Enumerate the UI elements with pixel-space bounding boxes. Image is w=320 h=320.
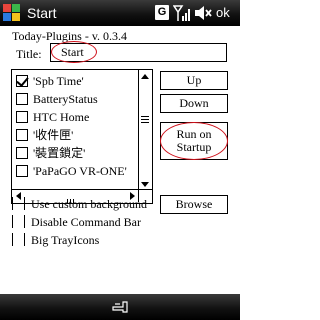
- list-item-label: BatteryStatus: [33, 92, 98, 106]
- checkbox[interactable]: [16, 129, 28, 141]
- checkbox-edge: [24, 197, 25, 210]
- windows-start-icon[interactable]: [3, 4, 20, 21]
- scroll-up-arrow-icon[interactable]: [141, 74, 149, 79]
- title-label: Title:: [16, 47, 42, 61]
- option-label: Disable Command Bar: [31, 215, 141, 229]
- checkbox-edge: [24, 233, 25, 246]
- title-bar: Start G ok: [0, 0, 240, 26]
- list-item-label: 'Spb Time': [33, 74, 84, 88]
- checkbox[interactable]: [16, 111, 28, 123]
- checkbox-edge: [12, 215, 13, 228]
- checkbox[interactable]: [16, 147, 28, 159]
- highlight-circle: [51, 41, 97, 63]
- option-label: Use custom background: [31, 197, 147, 211]
- settings-panel: Today-Plugins - v. 0.3.4 Title: Start 'S…: [0, 26, 240, 294]
- down-button[interactable]: Down: [160, 94, 228, 113]
- plugin-list[interactable]: 'Spb Time' BatteryStatus HTC Home '收件匣' …: [11, 69, 153, 204]
- ok-button[interactable]: ok: [216, 5, 230, 21]
- option-label: Big TrayIcons: [31, 233, 100, 247]
- gprs-badge: G: [155, 5, 169, 20]
- list-item[interactable]: HTC Home: [15, 108, 139, 126]
- list-item[interactable]: '收件匣': [15, 126, 139, 144]
- scroll-thumb[interactable]: [141, 116, 149, 124]
- checkbox-edge: [12, 197, 13, 210]
- up-button[interactable]: Up: [160, 71, 228, 90]
- checkbox-edge: [24, 215, 25, 228]
- list-item-label: '收件匣': [33, 128, 74, 142]
- list-item[interactable]: 'Spb Time': [15, 72, 139, 90]
- run-on-startup-button[interactable]: Run on Startup: [160, 122, 228, 160]
- browse-button[interactable]: Browse: [160, 195, 228, 214]
- window-title: Start: [27, 5, 57, 21]
- signal-icon[interactable]: [173, 4, 191, 22]
- list-item[interactable]: 'PaPaGO VR-ONE': [15, 162, 139, 180]
- list-item-label: HTC Home: [33, 110, 90, 124]
- list-item[interactable]: BatteryStatus: [15, 90, 139, 108]
- highlight-circle: [160, 122, 228, 160]
- checkbox[interactable]: [16, 165, 28, 177]
- checkbox[interactable]: [16, 93, 28, 105]
- list-item-label: '裝置鎖定': [33, 146, 86, 160]
- list-item-label: 'PaPaGO VR-ONE': [33, 164, 127, 178]
- volume-muted-icon[interactable]: [194, 5, 212, 21]
- checkbox-edge: [12, 233, 13, 246]
- checkbox[interactable]: [16, 75, 28, 87]
- command-bar: [0, 294, 240, 320]
- title-input[interactable]: Start: [50, 41, 227, 63]
- scroll-left-arrow-icon[interactable]: [16, 192, 21, 200]
- list-item[interactable]: '裝置鎖定': [15, 144, 139, 162]
- scroll-down-arrow-icon[interactable]: [141, 182, 149, 187]
- vertical-scrollbar[interactable]: [138, 70, 152, 191]
- keyboard-icon[interactable]: [111, 301, 129, 313]
